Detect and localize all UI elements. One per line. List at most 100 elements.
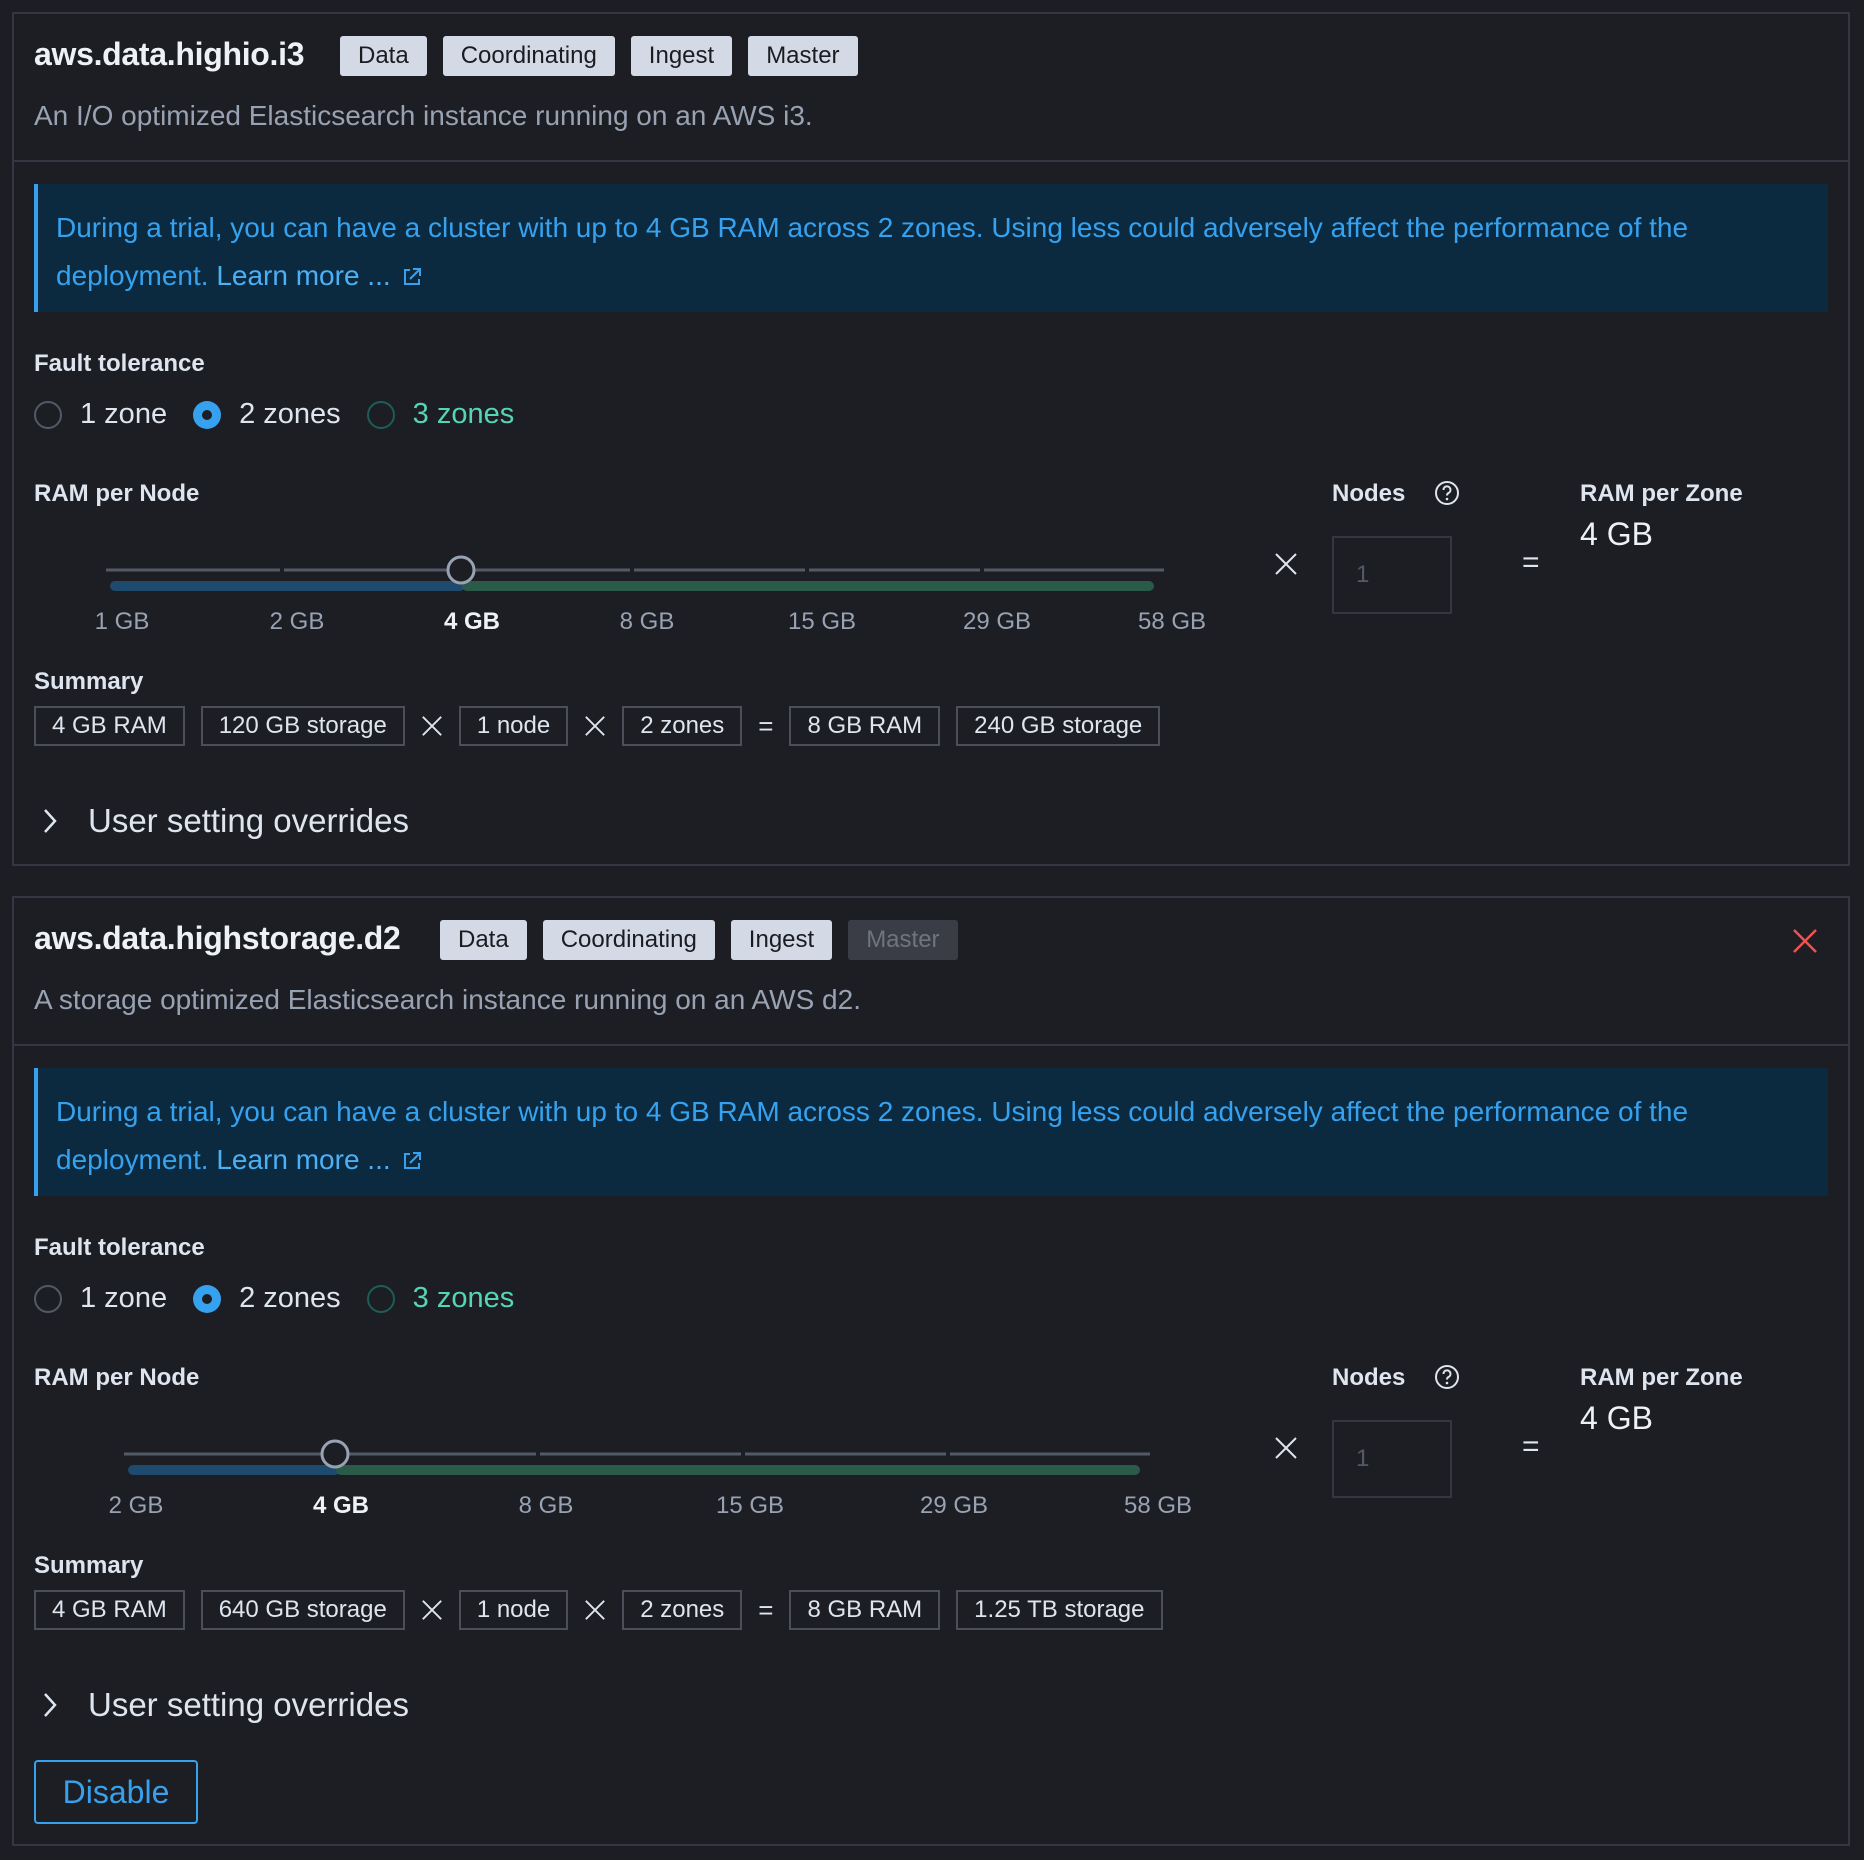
learn-more-link[interactable]: Learn more ... [216,1144,390,1175]
badge-ingest: Ingest [730,920,833,960]
radio-button[interactable] [34,1284,62,1313]
radio-label: 2 zones [239,1282,341,1314]
fault-tolerance-label: Fault tolerance [34,350,205,377]
tick-label[interactable]: 29 GB [920,1492,988,1520]
summary-row: 4 GB RAM 640 GB storage 1 node 2 zones =… [34,1590,1163,1630]
external-link-icon [403,1152,421,1169]
overrides-label: User setting overrides [88,1686,409,1723]
equals-sign: = [758,710,774,741]
radio-option-3-zones[interactable]: 3 zones [366,1282,515,1315]
ram-per-zone-label: RAM per Zone [1580,1364,1743,1391]
slider-fill-low [110,581,465,591]
ram-per-node-label: RAM per Node [34,1364,200,1391]
summary-row: 4 GB RAM 120 GB storage 1 node 2 zones =… [34,706,1161,746]
ram-slider[interactable] [14,540,1214,600]
summary-total-ram: 8 GB RAM [789,706,941,746]
tick-label[interactable]: 2 GB [109,1492,164,1520]
multiply-icon [584,715,606,737]
nodes-input[interactable] [1332,1420,1452,1498]
summary-zones: 2 zones [622,1590,743,1630]
badge-master-disabled: Master [848,920,958,960]
tick-label[interactable]: 29 GB [963,608,1031,636]
radio-button-checked[interactable] [193,400,222,429]
panel-title: aws.data.highstorage.d2 [34,920,401,956]
badge-master: Master [748,36,858,76]
external-link-icon [403,268,421,285]
ram-per-zone-value: 4 GB [1580,516,1653,552]
radio-option-3-zones[interactable]: 3 zones [366,398,515,431]
tick-label[interactable]: 15 GB [716,1492,784,1520]
tick-label[interactable]: 58 GB [1138,608,1206,636]
badge-coordinating: Coordinating [542,920,715,960]
badge-data: Data [440,920,527,960]
summary-zones: 2 zones [622,706,743,746]
summary-ram: 4 GB RAM [34,1590,185,1630]
instance-panel-highio: aws.data.highio.i3 Data Coordinating Ing… [12,12,1850,866]
summary-storage: 640 GB storage [200,1590,405,1630]
user-setting-overrides-toggle[interactable]: User setting overrides [42,1686,409,1724]
panel-header: aws.data.highio.i3 Data Coordinating Ing… [14,14,1848,162]
learn-more-link[interactable]: Learn more ... [216,260,390,291]
tick-label[interactable]: 8 GB [620,608,675,636]
ram-per-node-label: RAM per Node [34,480,200,507]
tick-label-selected[interactable]: 4 GB [444,608,500,636]
instance-panel-highstorage: aws.data.highstorage.d2 Data Coordinatin… [12,896,1850,1846]
ram-per-zone-label: RAM per Zone [1580,480,1743,507]
radio-label: 3 zones [412,1282,515,1314]
summary-total-storage: 240 GB storage [956,706,1161,746]
summary-total-storage: 1.25 TB storage [956,1590,1163,1630]
summary-label: Summary [34,668,144,695]
multiply-icon [584,1599,606,1621]
badge-data: Data [340,36,427,76]
equals-sign: = [1522,1430,1540,1463]
user-setting-overrides-toggle[interactable]: User setting overrides [42,802,409,840]
tick-label[interactable]: 2 GB [270,608,325,636]
summary-total-ram: 8 GB RAM [789,1590,941,1630]
radio-button[interactable] [366,1284,395,1313]
zone-radio-group: 1 zone 2 zones 3 zones [34,398,540,431]
help-icon[interactable] [1434,1364,1460,1390]
close-icon[interactable] [1790,926,1820,956]
slider-thumb [446,555,476,585]
tick-label[interactable]: 58 GB [1124,1492,1192,1520]
radio-option-1-zone[interactable]: 1 zone [34,1282,167,1315]
multiply-icon [1275,1437,1297,1459]
disable-button[interactable]: Disable [34,1760,198,1824]
zone-radio-group: 1 zone 2 zones 3 zones [34,1282,540,1315]
slider-fill-high [336,1465,1140,1475]
radio-label: 1 zone [80,398,168,430]
role-badges: Data Coordinating Ingest Master [440,920,958,960]
nodes-input[interactable] [1332,536,1452,614]
radio-label: 3 zones [412,398,515,430]
ram-per-zone-value: 4 GB [1580,1400,1653,1436]
radio-button-checked[interactable] [193,1284,222,1313]
panel-description: A storage optimized Elasticsearch instan… [34,984,861,1015]
tick-label[interactable]: 1 GB [95,608,150,636]
tick-label-selected[interactable]: 4 GB [313,1492,369,1520]
summary-nodes: 1 node [458,706,569,746]
multiply-icon [421,715,443,737]
panel-title: aws.data.highio.i3 [34,36,305,72]
tick-label[interactable]: 8 GB [519,1492,574,1520]
badge-coordinating: Coordinating [442,36,615,76]
help-icon[interactable] [1434,480,1460,506]
slider-fill-high [462,581,1154,591]
slider-fill-low [128,1465,340,1475]
radio-option-2-zones[interactable]: 2 zones [193,398,341,431]
summary-storage: 120 GB storage [200,706,405,746]
nodes-label: Nodes [1332,1364,1406,1391]
radio-option-2-zones[interactable]: 2 zones [193,1282,341,1315]
fault-tolerance-label: Fault tolerance [34,1234,205,1261]
badge-ingest: Ingest [630,36,733,76]
trial-callout: During a trial, you can have a cluster w… [34,1068,1828,1196]
radio-option-1-zone[interactable]: 1 zone [34,398,167,431]
radio-button[interactable] [34,400,62,429]
radio-button[interactable] [366,400,395,429]
role-badges: Data Coordinating Ingest Master [340,36,858,76]
overrides-label: User setting overrides [88,802,409,839]
panel-header: aws.data.highstorage.d2 Data Coordinatin… [14,898,1848,1046]
summary-label: Summary [34,1552,144,1579]
ram-slider[interactable] [14,1424,1214,1484]
panel-description: An I/O optimized Elasticsearch instance … [34,100,813,131]
tick-label[interactable]: 15 GB [788,608,856,636]
